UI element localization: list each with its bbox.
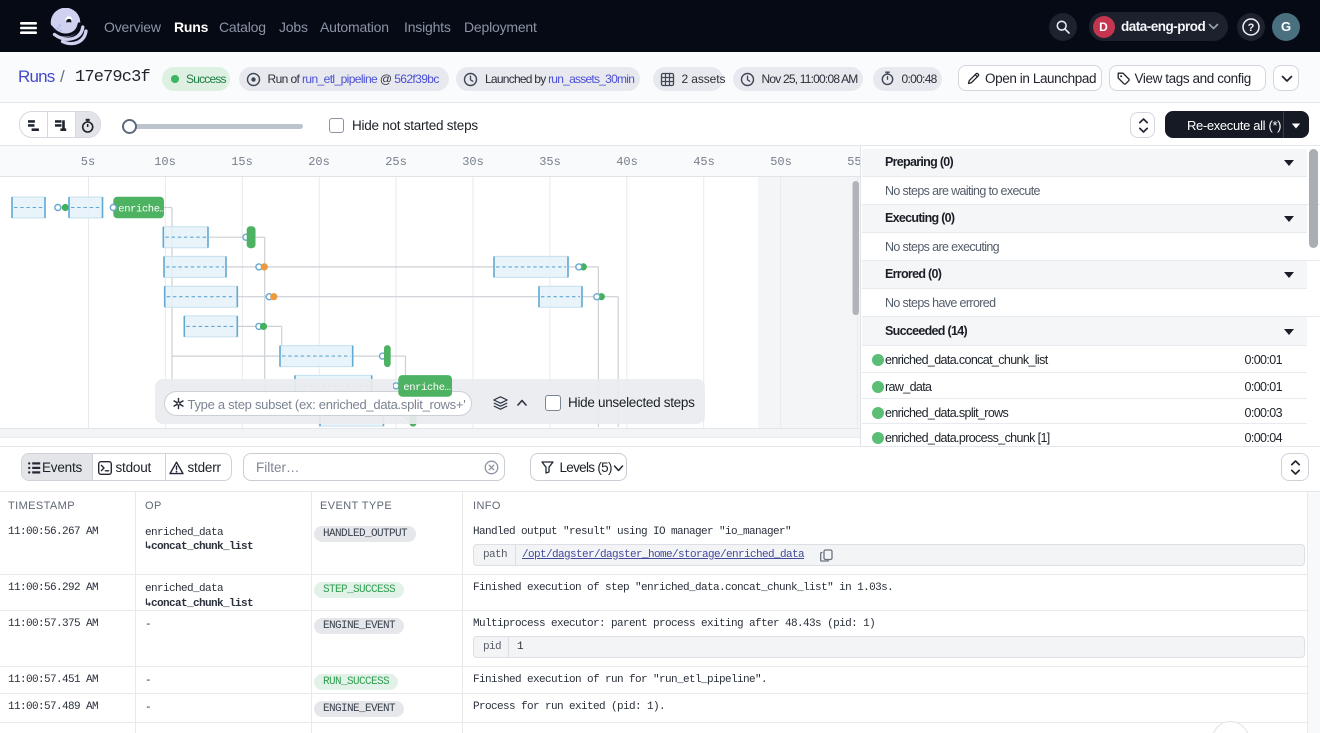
svg-text:enriche…: enriche…: [118, 204, 165, 216]
svg-text:?: ?: [1248, 22, 1255, 34]
svg-text:enriche…: enriche…: [403, 382, 450, 394]
